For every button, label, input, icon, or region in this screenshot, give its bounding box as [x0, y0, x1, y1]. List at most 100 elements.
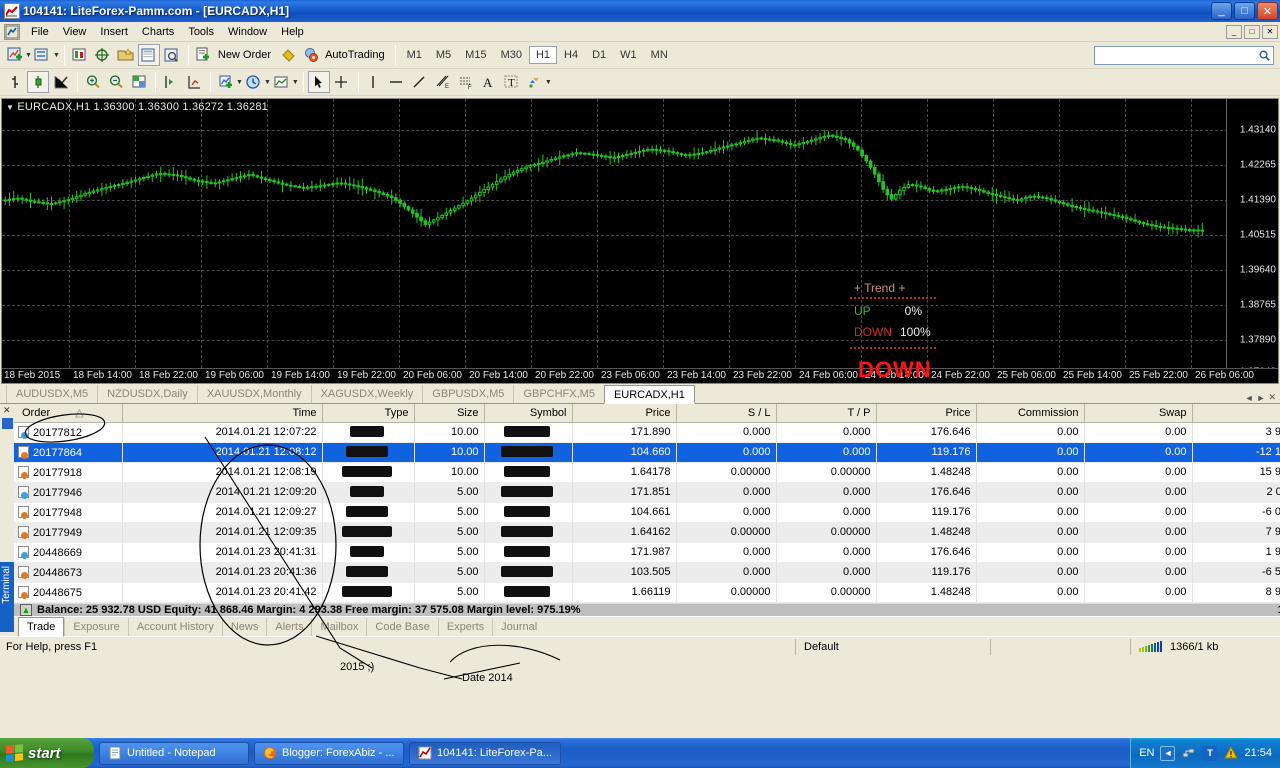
- terminal-tab-trade[interactable]: Trade: [18, 617, 65, 637]
- table-row[interactable]: 20177864 2014.01.21 12:08:12 10.00 104.660 0…: [14, 442, 1280, 463]
- tray-expand-icon[interactable]: ◄: [1160, 745, 1176, 761]
- new-chart-dropdown-icon[interactable]: ▼: [25, 52, 32, 59]
- strategy-tester-icon[interactable]: [161, 44, 183, 66]
- chart-tab-audusdx[interactable]: AUDUSDX,M5: [6, 385, 97, 403]
- minimize-button[interactable]: _: [1211, 2, 1232, 20]
- new-order-button[interactable]: New Order: [193, 44, 277, 66]
- table-row[interactable]: 20177949 2014.01.21 12:09:35 5.00 1.64162 0.…: [14, 522, 1280, 543]
- mdi-minimize-button[interactable]: _: [1226, 24, 1242, 39]
- mdi-close-button[interactable]: ✕: [1262, 24, 1278, 39]
- terminal-tab-journal[interactable]: Journal: [492, 618, 545, 636]
- summary-expand-icon[interactable]: ▲: [20, 603, 32, 616]
- column-header-sl[interactable]: S / L: [676, 404, 777, 423]
- taskbar-item-notepad[interactable]: Untitled - Notepad: [99, 741, 249, 765]
- auto-scroll-icon[interactable]: [183, 71, 205, 93]
- data-window-icon[interactable]: [92, 44, 114, 66]
- text-label-icon[interactable]: A: [478, 71, 500, 93]
- chart-tab-xauusdx[interactable]: XAUUSDX,Monthly: [196, 385, 311, 403]
- chart-tab-next-icon[interactable]: ►: [1257, 393, 1266, 403]
- column-header-time[interactable]: Time: [122, 404, 323, 423]
- terminal-tab-account-history[interactable]: Account History: [127, 618, 222, 636]
- chart-tab-gbpchfx[interactable]: GBPCHFX,M5: [513, 385, 604, 403]
- period-clock-icon[interactable]: [243, 71, 265, 93]
- mdi-restore-button[interactable]: □: [1244, 24, 1260, 39]
- indicators-dropdown-icon[interactable]: ▼: [236, 79, 243, 86]
- maximize-button[interactable]: □: [1234, 2, 1255, 20]
- close-button[interactable]: ✕: [1257, 2, 1278, 20]
- terminal-tab-news[interactable]: News: [221, 618, 267, 636]
- tray-app-icon[interactable]: T: [1202, 745, 1218, 761]
- templates-icon[interactable]: [271, 71, 293, 93]
- timeframe-h4[interactable]: H4: [557, 46, 585, 64]
- profiles-dropdown-icon[interactable]: ▼: [53, 52, 60, 59]
- time-scale[interactable]: 18 Feb 2015 18 Feb 14:00 18 Feb 22:00 19…: [2, 368, 1278, 383]
- search-box[interactable]: [1094, 45, 1274, 65]
- status-profile[interactable]: Default: [795, 638, 990, 655]
- taskbar-item-blogger[interactable]: Blogger: ForexAbiz - ...: [254, 741, 404, 765]
- zoom-out-icon[interactable]: [105, 71, 127, 93]
- table-row[interactable]: 20448669 2014.01.23 20:41:31 5.00 171.987 0.…: [14, 542, 1280, 563]
- indicators-icon[interactable]: [215, 71, 237, 93]
- new-chart-icon[interactable]: [4, 44, 26, 66]
- timeframe-m30[interactable]: M30: [494, 46, 529, 64]
- menu-item-file[interactable]: File: [24, 24, 56, 40]
- candlestick-chart-icon[interactable]: [27, 71, 49, 93]
- zoom-in-icon[interactable]: [82, 71, 104, 93]
- column-header-tp[interactable]: T / P: [776, 404, 877, 423]
- column-header-order[interactable]: Order △: [14, 404, 123, 423]
- timeframe-m15[interactable]: M15: [458, 46, 493, 64]
- autotrading-button[interactable]: AutoTrading: [300, 44, 391, 66]
- chart-collapse-icon[interactable]: ▼: [6, 103, 14, 112]
- grid-toggle-icon[interactable]: [128, 71, 150, 93]
- line-chart-icon[interactable]: [50, 71, 72, 93]
- timeframe-d1[interactable]: D1: [585, 46, 613, 64]
- arrows-dropdown-icon[interactable]: ▼: [545, 79, 552, 86]
- vertical-line-icon[interactable]: [363, 71, 385, 93]
- menu-item-charts[interactable]: Charts: [135, 24, 181, 40]
- tray-network-icon[interactable]: [1181, 746, 1196, 761]
- menu-item-view[interactable]: View: [56, 24, 94, 40]
- table-row[interactable]: 20177946 2014.01.21 12:09:20 5.00 171.851 0.…: [14, 482, 1280, 503]
- column-header-profit[interactable]: Profit: [1192, 404, 1280, 423]
- period-dropdown-icon[interactable]: ▼: [264, 79, 271, 86]
- fibonacci-icon[interactable]: E: [432, 71, 454, 93]
- crosshair-icon[interactable]: [331, 71, 353, 93]
- table-row[interactable]: 20448673 2014.01.23 20:41:36 5.00 103.505 0.…: [14, 562, 1280, 583]
- new-order-icon[interactable]: [193, 44, 215, 66]
- market-watch-icon[interactable]: [69, 44, 91, 66]
- menu-item-tools[interactable]: Tools: [181, 24, 221, 40]
- column-header-type[interactable]: Type: [322, 404, 415, 423]
- column-header-swap[interactable]: Swap: [1084, 404, 1193, 423]
- timeframe-m5[interactable]: M5: [429, 46, 458, 64]
- column-header-price-current[interactable]: Price: [876, 404, 977, 423]
- horizontal-line-icon[interactable]: [386, 71, 408, 93]
- column-header-price-open[interactable]: Price: [572, 404, 677, 423]
- taskbar-item-metatrader[interactable]: 104141: LiteForex-Pa...: [409, 741, 561, 765]
- fibo-levels-icon[interactable]: F: [455, 71, 477, 93]
- terminal-tab-exposure[interactable]: Exposure: [64, 618, 127, 636]
- chart-shift-icon[interactable]: [160, 71, 182, 93]
- text-box-icon[interactable]: T: [501, 71, 523, 93]
- chart-tab-xagusdx[interactable]: XAGUSDX,Weekly: [310, 385, 423, 403]
- bar-chart-icon[interactable]: [4, 71, 26, 93]
- terminal-tab-experts[interactable]: Experts: [437, 618, 492, 636]
- table-row[interactable]: 20177918 2014.01.21 12:08:19 10.00 1.64178 0…: [14, 462, 1280, 483]
- menu-item-help[interactable]: Help: [274, 24, 311, 40]
- column-header-symbol[interactable]: Symbol: [484, 404, 573, 423]
- timeframe-m1[interactable]: M1: [400, 46, 429, 64]
- tray-clock[interactable]: 21:54: [1244, 747, 1272, 759]
- terminal-tab-alerts[interactable]: Alerts: [266, 618, 311, 636]
- timeframe-h1[interactable]: H1: [528, 46, 558, 64]
- chart-tab-close-icon[interactable]: ✕: [1268, 392, 1276, 403]
- menu-item-window[interactable]: Window: [221, 24, 274, 40]
- table-row[interactable]: 20177948 2014.01.21 12:09:27 5.00 104.661 0.…: [14, 502, 1280, 523]
- chart-tab-gbpusdx[interactable]: GBPUSDX,M5: [422, 385, 513, 403]
- templates-dropdown-icon[interactable]: ▼: [292, 79, 299, 86]
- autotrading-icon[interactable]: [300, 44, 322, 66]
- metaeditor-icon[interactable]: [277, 44, 299, 66]
- terminal-tab-mailbox[interactable]: Mailbox: [311, 618, 366, 636]
- price-scale[interactable]: 1.43140 1.42265 1.41390 1.40515 1.39640 …: [1226, 99, 1278, 383]
- arrows-icon[interactable]: [524, 71, 546, 93]
- profiles-icon[interactable]: [32, 44, 54, 66]
- cursor-icon[interactable]: [307, 71, 330, 93]
